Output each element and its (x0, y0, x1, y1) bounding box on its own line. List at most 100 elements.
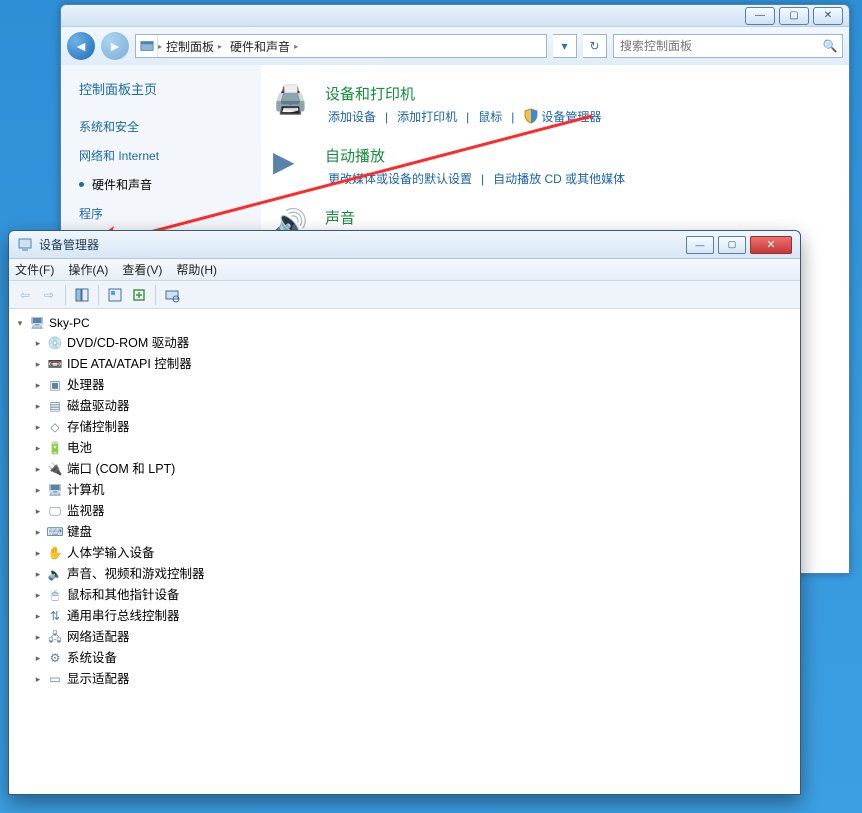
tree-node-label: 键盘 (67, 523, 92, 542)
category-link[interactable]: 更改媒体或设备的默认设置 (325, 170, 475, 187)
tree-node[interactable]: ⚙系统设备 (11, 648, 798, 669)
category-link-shield[interactable]: 设备管理器 (520, 108, 604, 125)
tool-show-hide-button[interactable] (70, 283, 94, 307)
tree-node-label: 人体学输入设备 (67, 544, 155, 563)
device-category-icon: 📼 (47, 357, 63, 373)
dm-maximize-button[interactable]: ▢ (718, 236, 746, 254)
category-title[interactable]: 设备和打印机 (325, 83, 604, 104)
tree-node[interactable]: 💿DVD/CD-ROM 驱动器 (11, 333, 798, 354)
tree-node[interactable]: 🖥计算机 (11, 480, 798, 501)
dm-titlebar: 设备管理器 — ▢ ✕ (9, 231, 800, 259)
tree-node-label: 处理器 (67, 376, 105, 395)
expand-toggle-icon[interactable] (33, 670, 43, 689)
tree-node-label: 存储控制器 (67, 418, 130, 437)
cp-close-button[interactable]: ✕ (813, 7, 843, 25)
expand-toggle-icon[interactable] (33, 418, 43, 437)
tree-node[interactable]: ▤磁盘驱动器 (11, 396, 798, 417)
cp-sidebar-title[interactable]: 控制面板主页 (79, 79, 243, 98)
tree-node[interactable]: ▣处理器 (11, 375, 798, 396)
dm-tree[interactable]: 🖥 Sky-PC 💿DVD/CD-ROM 驱动器📼IDE ATA/ATAPI 控… (9, 309, 800, 794)
expand-toggle-icon[interactable] (33, 397, 43, 416)
tree-node[interactable]: 🖱鼠标和其他指针设备 (11, 585, 798, 606)
expand-toggle-icon[interactable] (33, 523, 43, 542)
tree-node-label: 通用串行总线控制器 (67, 607, 180, 626)
breadcrumb-root[interactable]: 控制面板▸ (162, 38, 226, 55)
tree-node[interactable]: 🔋电池 (11, 438, 798, 459)
tree-node-label: IDE ATA/ATAPI 控制器 (67, 355, 192, 374)
device-category-icon: ⚙ (47, 651, 63, 667)
expand-toggle-icon[interactable] (33, 439, 43, 458)
expand-toggle-icon[interactable] (33, 565, 43, 584)
category-title[interactable]: 自动播放 (325, 145, 628, 166)
tree-node[interactable]: 🔌端口 (COM 和 LPT) (11, 459, 798, 480)
tool-back-button[interactable]: ⇦ (13, 283, 37, 307)
tree-node[interactable]: 📼IDE ATA/ATAPI 控制器 (11, 354, 798, 375)
category-link[interactable]: 自动播放 CD 或其他媒体 (490, 170, 628, 187)
breadcrumb-leaf[interactable]: 硬件和声音▸ (226, 38, 302, 55)
category-icon: ▶ (273, 145, 313, 181)
device-category-icon: ▤ (47, 399, 63, 415)
refresh-button[interactable]: ↻ (583, 34, 607, 58)
cp-maximize-button[interactable]: ▢ (779, 7, 809, 25)
expand-toggle-icon[interactable] (33, 628, 43, 647)
expand-toggle-icon[interactable] (33, 649, 43, 668)
tree-node-label: 监视器 (67, 502, 105, 521)
expand-toggle-icon[interactable] (33, 502, 43, 521)
nav-back-button[interactable]: ◄ (67, 32, 95, 60)
category-icon: 🖨️ (273, 83, 313, 119)
device-category-icon: ✋ (47, 546, 63, 562)
menu-item[interactable]: 帮助(H) (176, 261, 217, 278)
expand-toggle-icon[interactable] (33, 355, 43, 374)
sidebar-item[interactable]: 程序 (69, 199, 253, 228)
category-title[interactable]: 声音 (325, 207, 589, 228)
tree-node[interactable]: ◇存储控制器 (11, 417, 798, 438)
tree-root[interactable]: 🖥 Sky-PC (11, 313, 798, 333)
expand-toggle-icon[interactable] (33, 460, 43, 479)
expand-toggle-icon[interactable] (33, 334, 43, 353)
sidebar-item[interactable]: 硬件和声音 (69, 170, 253, 199)
expand-toggle-icon[interactable] (33, 586, 43, 605)
expand-toggle-icon[interactable] (33, 376, 43, 395)
sidebar-item[interactable]: 网络和 Internet (69, 141, 253, 170)
dm-minimize-button[interactable]: — (686, 236, 714, 254)
search-icon[interactable]: 🔍 (818, 39, 842, 53)
tree-node[interactable]: 🖵监视器 (11, 501, 798, 522)
tool-forward-button[interactable]: ⇨ (37, 283, 61, 307)
tool-scan-button[interactable] (160, 283, 184, 307)
category-link[interactable]: 添加设备 (325, 108, 379, 125)
tree-node-label: 鼠标和其他指针设备 (67, 586, 180, 605)
menu-item[interactable]: 操作(A) (68, 261, 108, 278)
device-category-icon: 🖵 (47, 504, 63, 520)
sidebar-item[interactable]: 系统和安全 (69, 112, 253, 141)
tree-node[interactable]: ⌨键盘 (11, 522, 798, 543)
cp-minimize-button[interactable]: — (745, 7, 775, 25)
tree-node[interactable]: ▭显示适配器 (11, 669, 798, 690)
breadcrumb[interactable]: ▸ 控制面板▸ 硬件和声音▸ (135, 34, 547, 58)
device-category-icon: 🔌 (47, 462, 63, 478)
dm-menubar: 文件(F) 操作(A) 查看(V) 帮助(H) (9, 259, 800, 281)
expand-toggle-icon[interactable] (15, 318, 25, 329)
expand-toggle-icon[interactable] (33, 544, 43, 563)
tree-node[interactable]: ⇅通用串行总线控制器 (11, 606, 798, 627)
nav-forward-button[interactable]: ► (101, 32, 129, 60)
category: ▶自动播放更改媒体或设备的默认设置|自动播放 CD 或其他媒体 (273, 145, 837, 187)
category-link[interactable]: 鼠标 (475, 108, 505, 125)
menu-item[interactable]: 查看(V) (122, 261, 162, 278)
tree-node-label: 声音、视频和游戏控制器 (67, 565, 205, 584)
menu-item[interactable]: 文件(F) (15, 261, 54, 278)
tool-update-button[interactable] (127, 283, 151, 307)
search-box[interactable]: 🔍 (613, 34, 843, 58)
expand-toggle-icon[interactable] (33, 481, 43, 500)
tree-node[interactable]: 🖧网络适配器 (11, 627, 798, 648)
dm-close-button[interactable]: ✕ (750, 236, 792, 254)
search-input[interactable] (614, 39, 818, 53)
category-link[interactable]: 添加打印机 (394, 108, 460, 125)
tree-node-label: 系统设备 (67, 649, 117, 668)
tool-properties-button[interactable] (103, 283, 127, 307)
device-category-icon: ◇ (47, 420, 63, 436)
tree-node[interactable]: ✋人体学输入设备 (11, 543, 798, 564)
tree-node[interactable]: 🔈声音、视频和游戏控制器 (11, 564, 798, 585)
expand-toggle-icon[interactable] (33, 607, 43, 626)
dm-title-icon (17, 237, 33, 253)
breadcrumb-dropdown-button[interactable]: ▾ (553, 34, 577, 58)
